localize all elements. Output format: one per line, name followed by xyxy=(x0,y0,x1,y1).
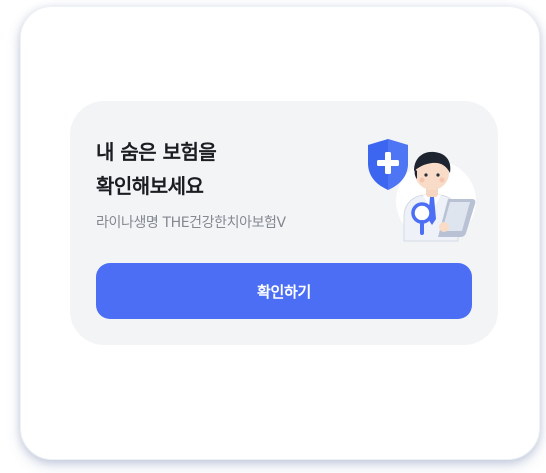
headline-line-1: 내 숨은 보험을 xyxy=(96,140,217,164)
insurance-check-card: 내 숨은 보험을 확인해보세요 라이나생명 THE건강한치아보험V 확인하기 xyxy=(70,101,498,345)
headline-line-2: 확인해보세요 xyxy=(96,174,204,198)
confirm-button[interactable]: 확인하기 xyxy=(96,263,472,319)
doctor-shield-illustration xyxy=(368,139,476,242)
card-headline: 내 숨은 보험을 확인해보세요 xyxy=(96,135,217,203)
insurance-product-name: 라이나생명 THE건강한치아보험V xyxy=(96,215,286,231)
